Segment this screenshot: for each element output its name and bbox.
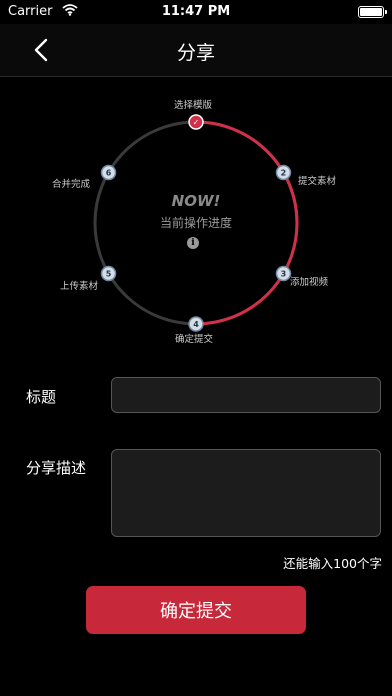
page-title: 分享 [176, 42, 215, 64]
submit-button[interactable]: 确定提交 [86, 586, 306, 634]
step-node-4: 4 [188, 316, 204, 332]
title-input[interactable] [111, 377, 381, 413]
step-node-2: 2 [275, 164, 292, 181]
step-label-5: 上传素材 [60, 281, 99, 292]
title-label: 标题 [26, 388, 57, 406]
step-label-2: 提交素材 [298, 176, 337, 187]
step-label-3: 添加视频 [290, 277, 329, 288]
step-node-number: 4 [193, 320, 199, 329]
step-label-1: 选择模版 [174, 100, 213, 111]
step-label-4: 确定提交 [175, 334, 214, 345]
status-bar: Carrier 11:47 PM [0, 0, 392, 24]
char-count-hint: 还能输入100个字 [283, 556, 382, 571]
step-node-number: ✓ [193, 118, 200, 127]
step-node-5: 5 [100, 265, 117, 282]
description-label: 分享描述 [26, 459, 87, 477]
battery-icon [358, 6, 387, 18]
description-input[interactable] [111, 449, 381, 537]
status-time: 11:47 PM [161, 4, 231, 19]
info-icon[interactable]: i [187, 237, 199, 249]
step-node-number: 5 [106, 270, 112, 279]
battery-fill [360, 8, 382, 16]
step-node-number: 6 [106, 169, 112, 178]
step-node-1: ✓ [188, 114, 204, 130]
step-node-3: 3 [275, 265, 292, 282]
step-node-6: 6 [100, 164, 117, 181]
nav-bar: 分享 [0, 24, 392, 77]
progress-now-label: NOW! [171, 192, 221, 210]
step-node-number: 3 [281, 270, 287, 279]
progress-ring: ✓ 2 3 4 5 6 NOW! 当前操作进度 i 选择模版 提交素材 添加视频 确定提交… [0, 88, 392, 358]
step-label-6: 合并完成 [52, 179, 91, 190]
progress-subtitle: 当前操作进度 [159, 216, 232, 230]
step-node-number: 2 [281, 169, 287, 178]
